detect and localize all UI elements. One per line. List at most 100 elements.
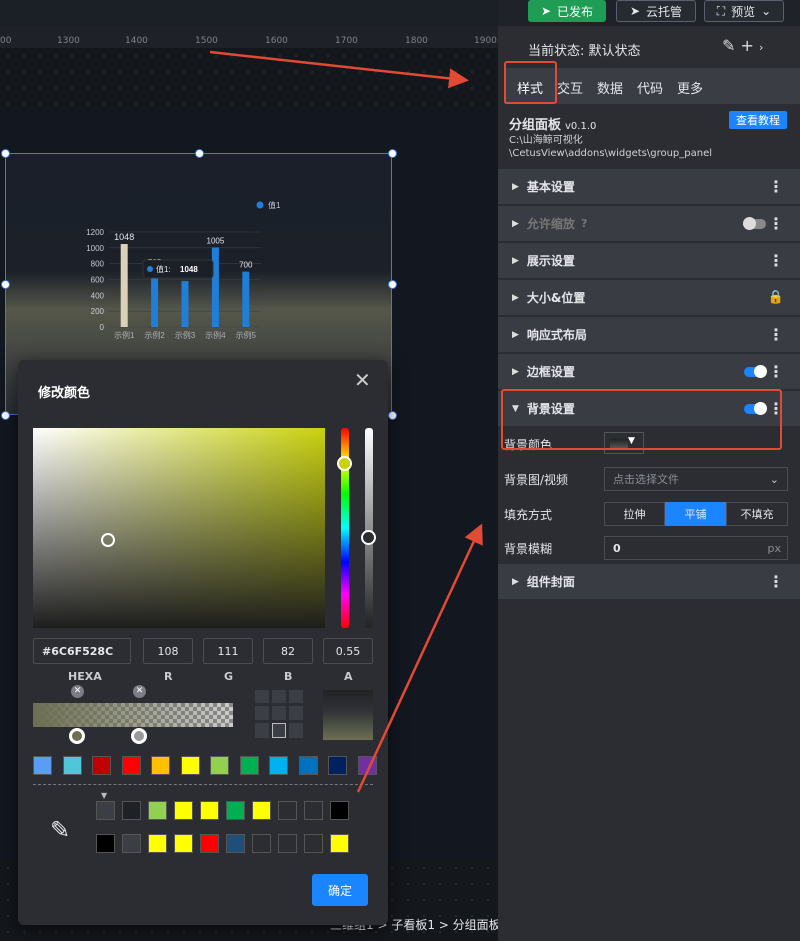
fill-stretch-option[interactable]: 拉伸: [604, 502, 665, 526]
lock-icon[interactable]: 🔒: [768, 290, 784, 305]
saturation-value-area[interactable]: [33, 428, 325, 628]
resize-handle[interactable]: [388, 149, 397, 158]
history-swatch[interactable]: [252, 801, 271, 820]
edit-icon[interactable]: ✎: [722, 36, 735, 55]
direction-cell[interactable]: [289, 722, 303, 738]
direction-cell[interactable]: [272, 706, 286, 720]
preset-swatch[interactable]: [357, 756, 377, 775]
preset-swatch[interactable]: [180, 756, 200, 775]
direction-cell[interactable]: [255, 722, 269, 738]
preset-swatch[interactable]: [121, 756, 141, 775]
history-swatch[interactable]: [122, 801, 141, 820]
more-icon[interactable]: ⋮: [768, 325, 784, 344]
chevron-right-icon[interactable]: ›: [759, 41, 763, 54]
history-swatch[interactable]: [304, 801, 323, 820]
tab-code[interactable]: 代码: [637, 78, 663, 97]
bg-file-select[interactable]: 点击选择文件 ⌄: [604, 467, 788, 491]
confirm-button[interactable]: 确定: [312, 874, 368, 906]
history-swatch[interactable]: [96, 834, 115, 853]
tab-more[interactable]: 更多: [677, 78, 703, 97]
direction-cell[interactable]: [255, 706, 269, 720]
preset-swatch[interactable]: [33, 756, 52, 775]
direction-cell[interactable]: [289, 706, 303, 720]
history-swatch[interactable]: [96, 801, 115, 820]
resize-handle[interactable]: [195, 149, 204, 158]
section-zoom[interactable]: ▶ 允许缩放? ⋮: [498, 206, 800, 242]
remove-stop-icon[interactable]: ✕: [71, 685, 84, 698]
history-swatch[interactable]: [148, 834, 167, 853]
hexa-input[interactable]: #6C6F528C: [33, 638, 131, 664]
history-swatch[interactable]: [330, 834, 349, 853]
section-size-position[interactable]: ▶ 大小&位置 🔒: [498, 280, 800, 316]
section-cover[interactable]: ▶ 组件封面 ⋮: [498, 564, 800, 600]
fill-none-option[interactable]: 不填充: [726, 502, 788, 526]
gradient-bar[interactable]: [33, 703, 233, 727]
fill-tile-option[interactable]: 平铺: [665, 502, 726, 526]
preset-swatch[interactable]: [210, 756, 229, 775]
border-toggle[interactable]: [744, 365, 767, 378]
tutorial-button[interactable]: 查看教程: [729, 111, 787, 129]
more-icon[interactable]: ⋮: [768, 362, 784, 381]
section-display[interactable]: ▶ 展示设置 ⋮: [498, 243, 800, 279]
direction-cell[interactable]: [272, 690, 286, 704]
history-swatch[interactable]: [278, 801, 297, 820]
resize-handle[interactable]: [1, 280, 10, 289]
a-input[interactable]: 0.55: [323, 638, 373, 664]
more-icon[interactable]: ⋮: [768, 251, 784, 270]
r-input[interactable]: 108: [143, 638, 193, 664]
more-icon[interactable]: ⋮: [768, 214, 784, 233]
hue-slider-knob[interactable]: [337, 456, 352, 471]
history-swatch[interactable]: [226, 834, 245, 853]
close-icon[interactable]: ✕: [354, 368, 371, 392]
tab-interaction[interactable]: 交互: [557, 78, 583, 97]
history-swatch[interactable]: [122, 834, 141, 853]
y-tick-label: 0: [100, 323, 105, 332]
direction-cell[interactable]: [272, 722, 286, 738]
resize-handle[interactable]: [388, 411, 397, 420]
zoom-toggle[interactable]: [743, 217, 766, 230]
history-swatch[interactable]: [174, 801, 193, 820]
history-swatch[interactable]: [226, 801, 245, 820]
preset-swatch[interactable]: [328, 756, 347, 775]
gradient-stop[interactable]: [131, 728, 147, 744]
preset-swatch[interactable]: [239, 756, 259, 775]
tab-data[interactable]: 数据: [597, 78, 623, 97]
more-icon[interactable]: ⋮: [768, 177, 784, 196]
resize-handle[interactable]: [1, 149, 10, 158]
cloud-host-button[interactable]: ➤ 云托管: [616, 0, 696, 22]
gradient-stop[interactable]: [69, 728, 85, 744]
g-input[interactable]: 111: [203, 638, 253, 664]
history-swatch[interactable]: [330, 801, 349, 820]
alpha-slider[interactable]: [365, 428, 373, 628]
history-swatch[interactable]: [174, 834, 193, 853]
alpha-slider-knob[interactable]: [361, 530, 376, 545]
section-responsive[interactable]: ▶ 响应式布局 ⋮: [498, 317, 800, 353]
gradient-direction-grid[interactable]: [255, 690, 303, 738]
bg-blur-input[interactable]: 0 px: [604, 536, 788, 560]
history-swatch[interactable]: [148, 801, 167, 820]
history-swatch[interactable]: [200, 801, 219, 820]
preset-swatch[interactable]: [269, 756, 288, 775]
color-cursor[interactable]: [101, 533, 115, 547]
preset-swatch[interactable]: [298, 756, 318, 775]
eyedropper-icon[interactable]: ✎: [50, 816, 70, 844]
section-border[interactable]: ▶ 边框设置 ⋮: [498, 354, 800, 390]
preset-swatch[interactable]: [92, 756, 111, 775]
history-swatch[interactable]: [278, 834, 297, 853]
b-input[interactable]: 82: [263, 638, 313, 664]
resize-handle[interactable]: [1, 411, 10, 420]
plus-icon[interactable]: +: [741, 36, 754, 55]
remove-stop-icon[interactable]: ✕: [133, 685, 146, 698]
published-button[interactable]: ➤ 已发布: [528, 0, 606, 22]
history-swatch[interactable]: [304, 834, 323, 853]
direction-cell[interactable]: [289, 690, 303, 704]
history-swatch[interactable]: [252, 834, 271, 853]
more-icon[interactable]: ⋮: [768, 572, 784, 591]
section-basic[interactable]: ▶ 基本设置 ⋮: [498, 169, 800, 205]
direction-cell[interactable]: [255, 690, 269, 704]
preview-button[interactable]: ⛶ 预览 ⌄: [704, 0, 784, 22]
resize-handle[interactable]: [388, 280, 397, 289]
preset-swatch[interactable]: [151, 756, 170, 775]
history-swatch[interactable]: [200, 834, 219, 853]
preset-swatch[interactable]: [62, 756, 82, 775]
